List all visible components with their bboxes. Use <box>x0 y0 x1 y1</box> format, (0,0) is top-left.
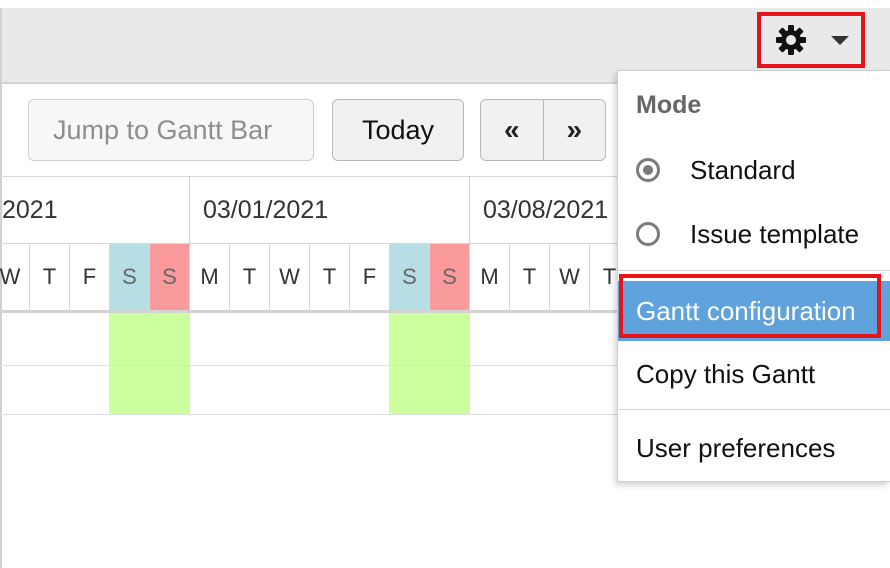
day-cell-sunday: S <box>429 244 469 310</box>
radio-unchecked-icon <box>636 222 660 246</box>
day-cell: F <box>349 244 389 310</box>
day-cell: T <box>29 244 69 310</box>
week-divider <box>189 177 190 243</box>
settings-menu-button[interactable] <box>757 12 865 68</box>
settings-dropdown-menu: Mode Standard Issue template Gantt confi… <box>617 70 890 482</box>
mode-option-issue-template[interactable]: Issue template <box>618 209 890 259</box>
day-cell-saturday: S <box>389 244 429 310</box>
radio-checked-icon <box>636 158 660 182</box>
previous-period-button[interactable]: « <box>481 100 543 160</box>
row-gridline <box>0 414 630 415</box>
day-cell: M <box>189 244 229 310</box>
jump-to-gantt-bar-input[interactable] <box>28 99 314 161</box>
weekend-column <box>109 313 189 414</box>
day-cell: W <box>549 244 589 310</box>
day-cell-saturday: S <box>109 244 149 310</box>
day-cell: T <box>509 244 549 310</box>
day-cell: W <box>269 244 309 310</box>
mode-option-standard[interactable]: Standard <box>618 145 890 195</box>
menu-item-gantt-configuration[interactable]: Gantt configuration <box>618 281 890 341</box>
day-cell: F <box>69 244 109 310</box>
next-period-button[interactable]: » <box>542 100 606 160</box>
menu-item-user-preferences[interactable]: User preferences <box>618 417 890 479</box>
week-divider <box>469 177 470 243</box>
timeline-week-row: 2021 03/01/2021 03/08/2021 <box>0 177 630 243</box>
day-cell: T <box>309 244 349 310</box>
navigation-button-group: « » <box>480 99 606 161</box>
mode-option-label: Standard <box>690 154 796 185</box>
menu-item-copy-this-gantt[interactable]: Copy this Gantt <box>618 343 890 405</box>
menu-divider <box>618 270 890 271</box>
mode-option-label: Issue template <box>690 218 860 249</box>
week-gridline <box>469 313 470 414</box>
today-button[interactable]: Today <box>332 99 464 161</box>
week-label: 03/08/2021 <box>483 195 609 224</box>
mode-heading: Mode <box>636 91 702 119</box>
timeline-header-bottom <box>0 310 630 313</box>
week-label: 03/01/2021 <box>203 195 329 224</box>
day-cell-sunday: S <box>149 244 189 310</box>
day-cell: M <box>469 244 509 310</box>
menu-divider <box>618 409 890 410</box>
row-gridline <box>0 365 630 366</box>
week-gridline <box>189 313 190 414</box>
day-cell: T <box>229 244 269 310</box>
weekend-column <box>389 313 469 414</box>
day-cell: W <box>0 264 21 289</box>
gear-icon <box>776 25 806 55</box>
week-label: 2021 <box>2 195 58 224</box>
caret-down-icon <box>831 36 849 45</box>
